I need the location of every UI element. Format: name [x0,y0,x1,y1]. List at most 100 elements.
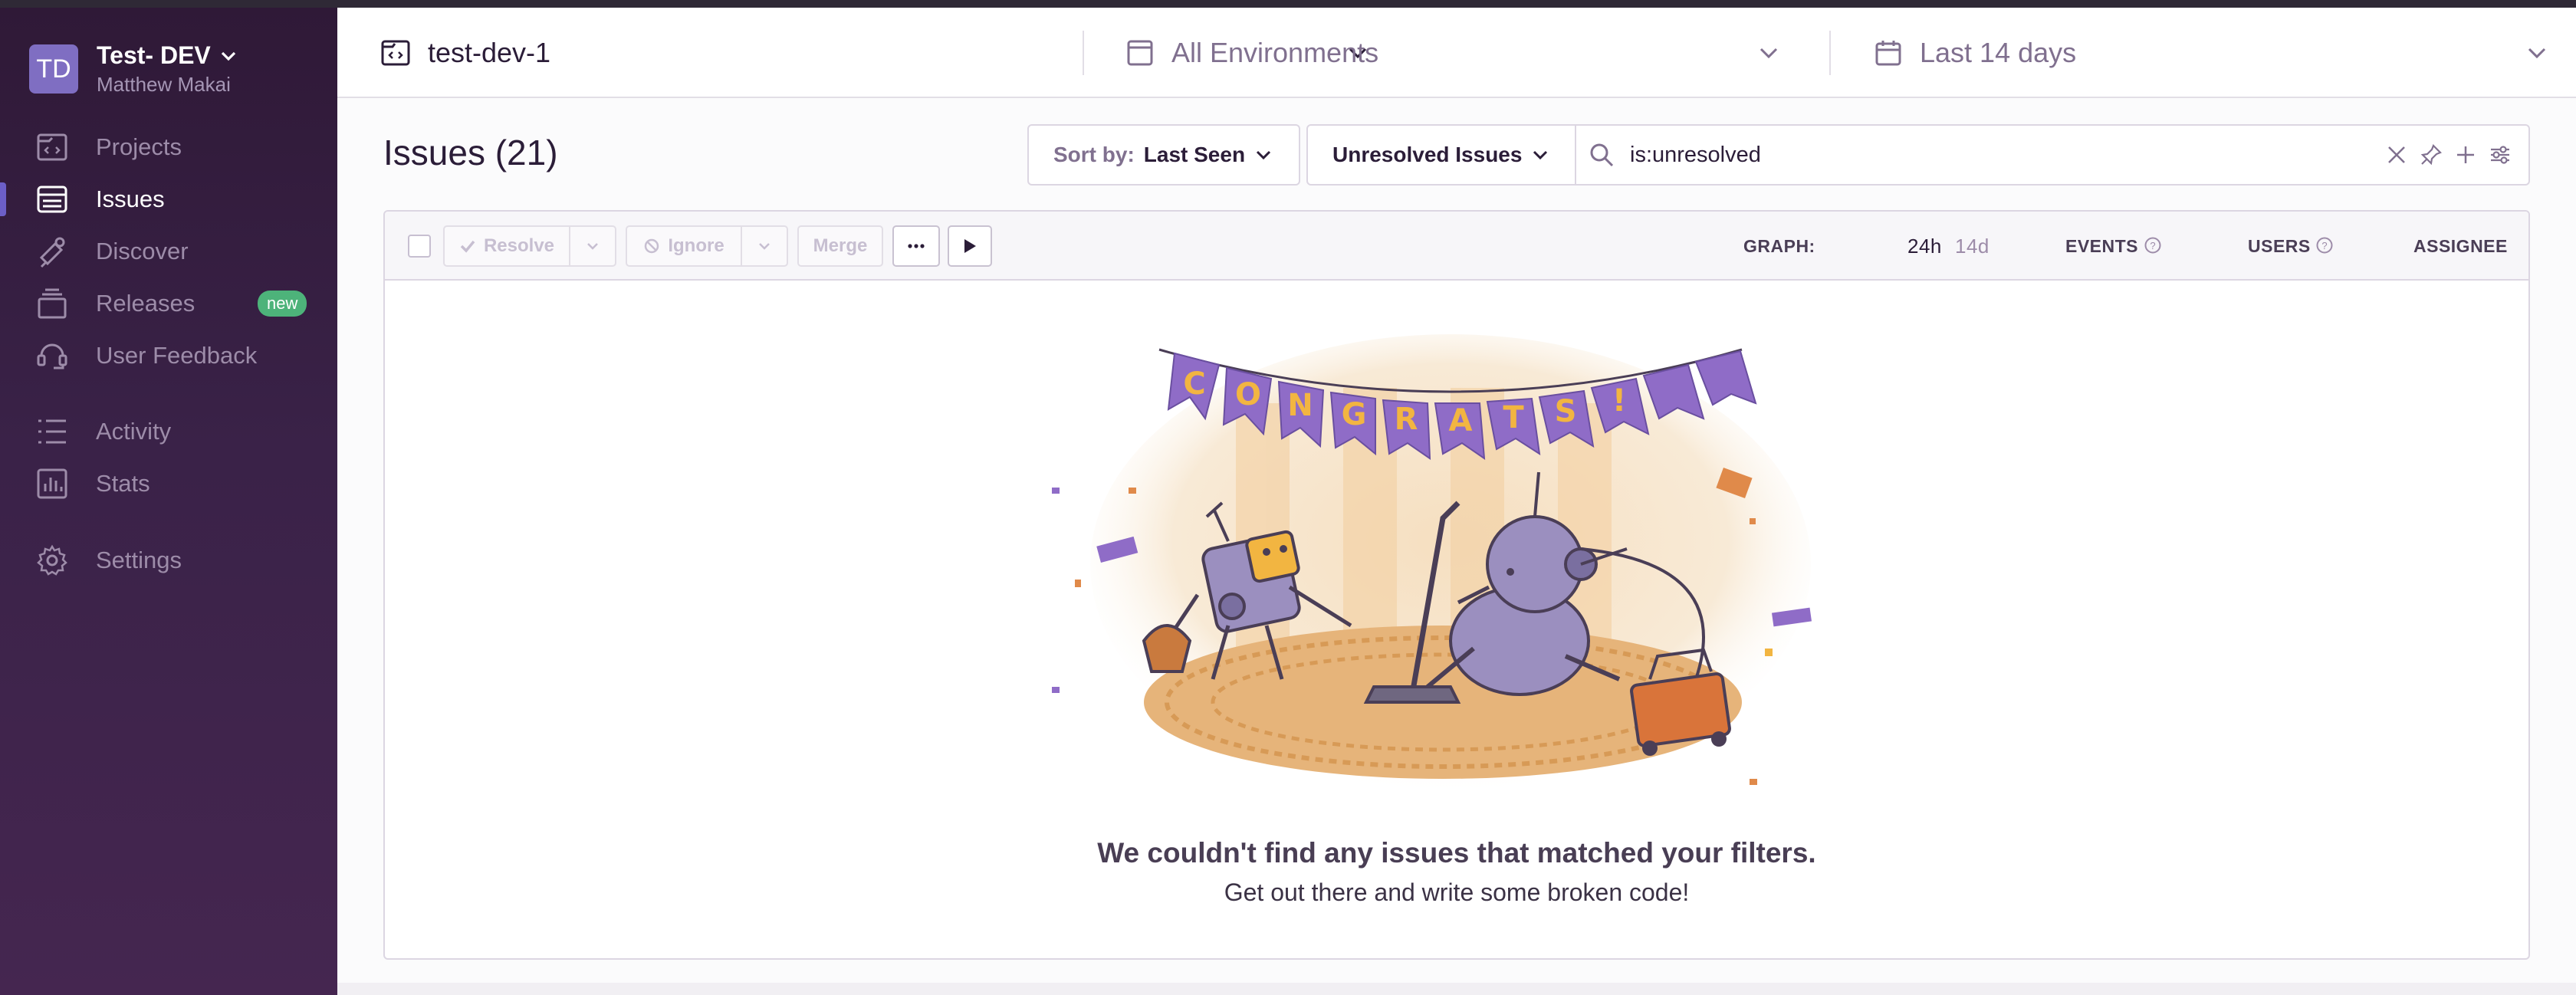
sidebar-item-releases[interactable]: Releases new [0,282,337,325]
sidebar-item-label: Issues [96,186,165,212]
svg-text:O: O [1235,377,1261,412]
svg-text:G: G [1342,397,1367,432]
chevron-down-icon [1533,150,1548,160]
calendar-icon [1875,41,1901,66]
sidebar: TD Test- DEV Matthew Makai Projects Issu… [0,8,337,995]
sidebar-item-settings[interactable]: Settings [0,539,337,582]
org-switcher[interactable]: TD Test- DEV Matthew Makai [29,41,237,97]
congrats-illustration: C O N G R A T S ! [1052,334,1812,794]
add-icon[interactable] [2455,144,2476,166]
window-top-stripe [0,0,2576,8]
svg-text:R: R [1395,402,1418,437]
sort-label: Sort by: [1053,143,1135,166]
chevron-down-icon [759,243,770,250]
date-range-selector[interactable]: Last 14 days [1874,8,2548,98]
resolve-label: Resolve [483,235,555,256]
help-icon[interactable]: ? [2144,236,2162,254]
resolve-dropdown-button[interactable] [569,225,616,267]
more-actions-button[interactable] [892,225,940,267]
sidebar-item-stats[interactable]: Stats [0,462,337,505]
graph-24h-toggle[interactable]: 24h [1907,235,1942,258]
activity-icon [38,419,66,444]
sidebar-item-projects[interactable]: Projects [0,126,337,169]
sidebar-item-activity[interactable]: Activity [0,410,337,453]
chevron-down-icon [1257,150,1271,160]
project-folder-icon [381,40,410,66]
saved-search-label: Unresolved Issues [1332,143,1523,166]
project-name: test-dev-1 [428,37,551,68]
org-avatar: TD [29,44,78,94]
graph-14d-toggle[interactable]: 14d [1955,235,1990,258]
page-bottom-edge [337,983,2576,995]
svg-text:A: A [1449,403,1473,438]
chevron-down-icon [587,243,598,250]
releases-icon [38,288,67,319]
sidebar-item-label: User Feedback [96,342,258,369]
issue-list-panel: Resolve Ignore Merge GRAPH: 24h 14d EVEN… [383,210,2530,960]
pin-icon[interactable] [2420,143,2443,166]
empty-state-subtitle: Get out there and write some broken code… [1224,878,1690,906]
sort-dropdown[interactable]: Sort by: Last Seen [1027,124,1300,186]
sidebar-item-label: Releases [96,290,196,317]
ignore-dropdown-button[interactable] [741,225,788,267]
ignore-label: Ignore [668,235,724,256]
realtime-play-button[interactable] [948,225,992,267]
sort-value: Last Seen [1143,143,1246,166]
sidebar-item-issues[interactable]: Issues [0,178,337,221]
sidebar-item-user-feedback[interactable]: User Feedback [0,334,337,377]
assignee-column-header: ASSIGNEE [2413,236,2508,256]
svg-text:C: C [1183,366,1205,402]
ignore-icon [645,238,659,254]
sidebar-item-discover[interactable]: Discover [0,230,337,273]
merge-button[interactable]: Merge [797,225,883,267]
svg-text:S: S [1555,394,1577,429]
resolve-button[interactable]: Resolve [443,225,570,267]
search-input[interactable]: is:unresolved [1630,143,1761,168]
sidebar-item-label: Settings [96,547,182,573]
sidebar-item-label: Discover [96,238,189,264]
search-icon [1590,143,1614,167]
user-feedback-icon [37,343,67,369]
merge-label: Merge [813,235,868,256]
environment-label: All Environments [1171,37,1379,68]
page-title-text: Issues [383,133,485,172]
page-title: Issues (21) [383,132,558,173]
global-selection-header: test-dev-1 All Environments Last 14 days [337,8,2576,98]
environment-icon [1127,40,1153,66]
search-bar[interactable]: is:unresolved [1575,124,2530,186]
svg-text:?: ? [2150,240,2155,251]
ellipsis-icon [908,244,925,248]
issue-list-toolbar: Resolve Ignore Merge GRAPH: 24h 14d EVEN… [385,212,2528,281]
org-name: Test- DEV [97,41,211,69]
date-range-label: Last 14 days [1920,37,2077,68]
sidebar-item-label: Activity [96,418,172,445]
events-column-header: EVENTS [2065,236,2139,256]
users-column-header: USERS [2248,236,2311,256]
issue-count: (21) [495,133,558,172]
svg-text:?: ? [2321,240,2327,251]
header-divider [1829,31,1831,75]
play-icon [964,239,976,253]
chevron-down-icon[interactable] [1757,41,1780,64]
checkmark-icon [460,240,475,253]
chevron-down-icon [221,51,235,61]
clear-search-icon[interactable] [2386,144,2407,166]
filter-settings-icon[interactable] [2489,143,2512,166]
ignore-button[interactable]: Ignore [626,225,742,267]
graph-label: GRAPH: [1743,236,1815,256]
issues-icon [37,186,67,213]
stats-icon [37,468,67,499]
sidebar-item-label: Stats [96,470,150,497]
saved-search-dropdown[interactable]: Unresolved Issues [1306,124,1576,186]
new-badge: new [258,291,307,317]
empty-state-title: We couldn't find any issues that matched… [1097,837,1816,869]
sidebar-item-label: Projects [96,133,182,160]
help-icon[interactable]: ? [2315,236,2334,254]
svg-text:!: ! [1612,383,1626,419]
org-user-name: Matthew Makai [97,73,231,96]
discover-icon [39,237,65,268]
header-divider [1083,31,1084,75]
projects-icon [37,133,67,161]
select-all-checkbox[interactable] [408,235,431,258]
chevron-down-icon [2528,48,2546,59]
